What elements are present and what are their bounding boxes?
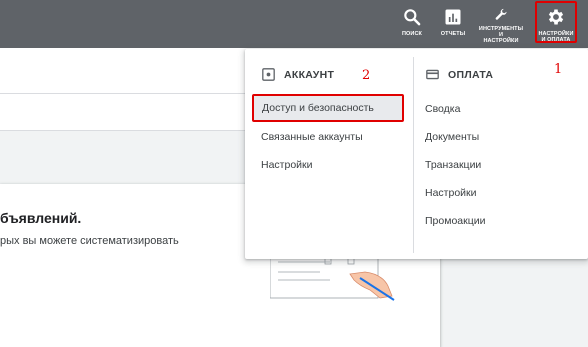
- menu-item-account-settings[interactable]: Настройки: [261, 159, 313, 171]
- account-header-label: АККАУНТ: [284, 68, 335, 81]
- billing-header: ОПЛАТА: [426, 68, 493, 81]
- account-column: АККАУНТ Доступ и безопасность Связанные …: [245, 49, 413, 259]
- card-title: бъявлений.: [0, 210, 82, 226]
- reports-button[interactable]: ОТЧЕТЫ: [436, 4, 470, 44]
- account-settings-icon: [262, 68, 275, 81]
- search-button[interactable]: ПОИСК: [395, 4, 429, 44]
- menu-item-summary[interactable]: Сводка: [425, 103, 460, 115]
- menu-item-linked-accounts[interactable]: Связанные аккаунты: [261, 131, 363, 143]
- tools-and-settings-button[interactable]: ИНСТРУМЕНТЫ И НАСТРОЙКИ: [476, 4, 526, 44]
- bar-chart-icon: [445, 9, 461, 25]
- account-header: АККАУНТ: [262, 68, 334, 81]
- top-navigation-bar: ПОИСК ОТЧЕТЫ ИНСТРУМЕНТЫ И НАСТРОЙКИ НАС…: [0, 0, 588, 48]
- credit-card-icon: [426, 69, 439, 80]
- menu-item-billing-settings[interactable]: Настройки: [425, 187, 477, 199]
- annotation-step-1: 1: [554, 62, 563, 77]
- wrench-icon: [495, 8, 507, 20]
- column-divider: [413, 57, 414, 253]
- card-text: рых вы можете систематизировать: [0, 235, 179, 247]
- billing-header-label: ОПЛАТА: [448, 68, 494, 81]
- menu-item-access-and-security[interactable]: Доступ и безопасность: [252, 94, 404, 122]
- annotation-step-2: 2: [362, 68, 371, 83]
- settings-dropdown-menu: АККАУНТ Доступ и безопасность Связанные …: [245, 49, 588, 259]
- tools-label: ИНСТРУМЕНТЫ И НАСТРОЙКИ: [478, 26, 524, 44]
- menu-item-documents[interactable]: Документы: [425, 131, 479, 143]
- billing-column: ОПЛАТА Сводка Документы Транзакции Настр…: [415, 49, 588, 259]
- search-icon: [404, 9, 421, 26]
- hand-signing-illustration: [270, 252, 395, 301]
- search-label: ПОИСК: [401, 31, 422, 37]
- menu-item-transactions[interactable]: Транзакции: [425, 159, 481, 171]
- menu-item-promotions[interactable]: Промоакции: [425, 215, 485, 227]
- highlight-settings-box: [535, 1, 577, 43]
- reports-label: ОТЧЕТЫ: [440, 31, 466, 37]
